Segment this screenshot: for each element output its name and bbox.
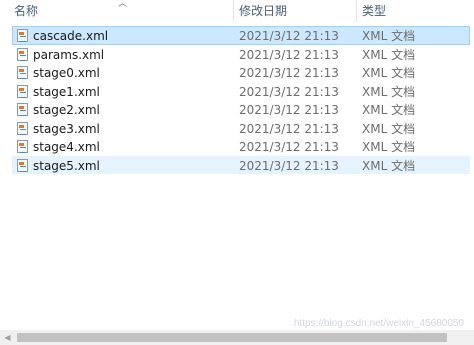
column-header: ︿ 名称 修改日期 类型	[0, 0, 474, 22]
xml-file-icon	[17, 84, 28, 98]
file-name: cascade.xml	[33, 29, 109, 43]
file-date: 2021/3/12 21:13	[239, 47, 339, 62]
column-header-type[interactable]: 类型	[360, 0, 472, 22]
horizontal-scrollbar[interactable]: ◀	[0, 330, 474, 345]
xml-file-icon	[17, 47, 28, 61]
file-row[interactable]: stage4.xml 2021/3/12 21:13 XML 文档	[12, 137, 470, 156]
file-row[interactable]: params.xml 2021/3/12 21:13 XML 文档	[12, 45, 470, 64]
file-name: stage2.xml	[33, 103, 100, 117]
file-type: XML 文档	[362, 140, 416, 154]
file-name: stage3.xml	[33, 121, 100, 136]
file-row[interactable]: stage1.xml 2021/3/12 21:13 XML 文档	[12, 82, 470, 101]
file-date: 2021/3/12 21:13	[239, 121, 339, 136]
xml-file-icon	[17, 140, 28, 153]
file-name: params.xml	[33, 47, 105, 62]
xml-file-icon	[17, 103, 28, 116]
file-date: 2021/3/12 21:13	[239, 103, 339, 117]
file-date: 2021/3/12 21:13	[239, 84, 339, 99]
file-name: stage0.xml	[33, 66, 100, 80]
column-header-name[interactable]: 名称	[12, 0, 234, 22]
file-row[interactable]: stage3.xml 2021/3/12 21:13 XML 文档	[12, 119, 470, 138]
file-name: stage1.xml	[33, 84, 100, 99]
file-type: XML 文档	[362, 121, 416, 136]
file-type: XML 文档	[362, 66, 416, 80]
column-divider[interactable]	[356, 0, 357, 22]
scroll-left-icon[interactable]: ◀	[0, 330, 15, 345]
file-date: 2021/3/12 21:13	[239, 140, 339, 154]
file-type: XML 文档	[362, 47, 416, 62]
file-row[interactable]: stage5.xml 2021/3/12 21:13 XML 文档	[12, 155, 470, 174]
xml-file-icon	[17, 158, 28, 172]
file-list: cascade.xml 2021/3/12 21:13 XML 文档 param…	[0, 26, 474, 174]
column-header-date[interactable]: 修改日期	[237, 0, 357, 22]
file-row[interactable]: stage2.xml 2021/3/12 21:13 XML 文档	[12, 100, 470, 119]
xml-file-icon	[17, 29, 28, 42]
file-date: 2021/3/12 21:13	[239, 66, 339, 80]
watermark: https://blog.csdn.net/weixin_45680050	[293, 318, 464, 329]
file-date: 2021/3/12 21:13	[239, 158, 339, 173]
column-divider[interactable]	[233, 0, 234, 22]
file-type: XML 文档	[362, 158, 416, 173]
file-type: XML 文档	[362, 29, 416, 43]
xml-file-icon	[17, 121, 28, 135]
file-row[interactable]: stage0.xml 2021/3/12 21:13 XML 文档	[12, 63, 470, 82]
xml-file-icon	[17, 66, 28, 79]
file-type: XML 文档	[362, 84, 416, 99]
file-name: stage5.xml	[33, 158, 100, 173]
file-type: XML 文档	[362, 103, 416, 117]
file-name: stage4.xml	[33, 140, 100, 154]
file-date: 2021/3/12 21:13	[239, 29, 339, 43]
file-row[interactable]: cascade.xml 2021/3/12 21:13 XML 文档	[12, 26, 470, 45]
scrollbar-thumb[interactable]	[17, 333, 447, 342]
